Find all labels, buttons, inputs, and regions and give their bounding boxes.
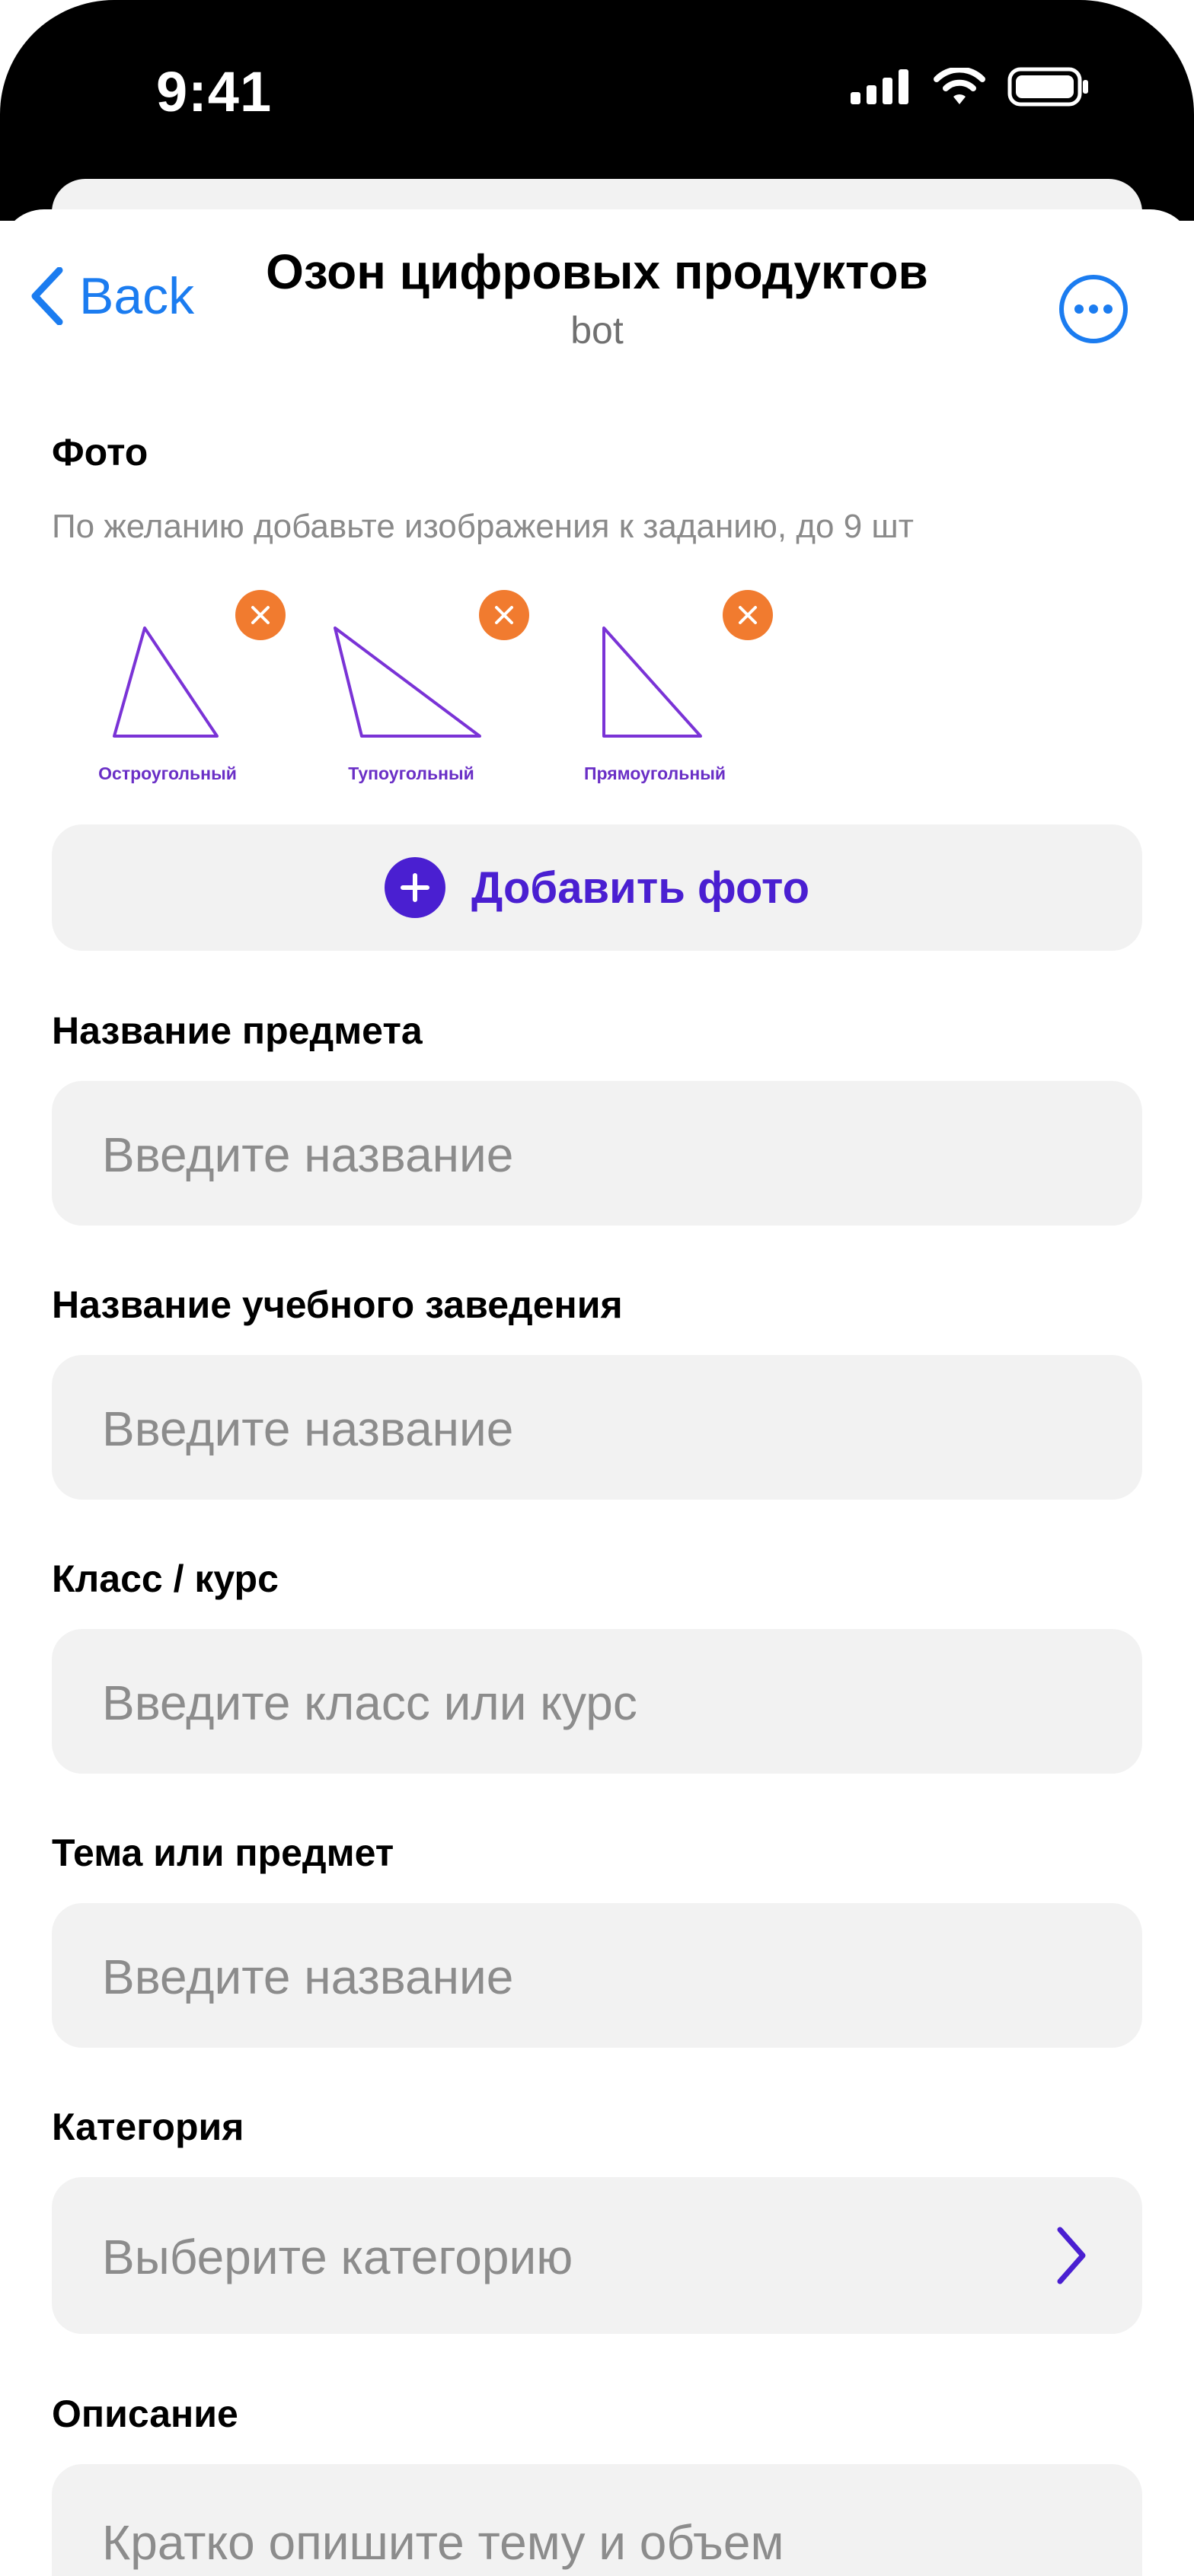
remove-photo-button[interactable]: [479, 590, 529, 640]
page-title: Озон цифровых продуктов: [266, 244, 928, 299]
photo-caption: Остроугольный: [98, 764, 237, 783]
photo-caption: Тупоугольный: [348, 764, 474, 783]
phone-screen: 9:41 Back Озон цифровых продуктов bot Фо…: [0, 0, 1194, 2576]
more-options-icon[interactable]: [1058, 274, 1129, 344]
photo-label: Фото: [52, 431, 148, 473]
institution-name-label: Название учебного заведения: [52, 1283, 623, 1326]
nav-bar: Back Озон цифровых продуктов bot: [0, 209, 1194, 362]
remove-photo-button[interactable]: [235, 590, 286, 640]
chevron-right-icon: [1057, 2227, 1086, 2284]
grade-label: Класс / курс: [52, 1557, 279, 1600]
close-icon: [251, 606, 270, 624]
photo-hint: По желанию добавьте изображения к задани…: [52, 508, 914, 545]
wifi-icon: [934, 68, 985, 104]
battery-icon: [1007, 67, 1088, 107]
grade-input[interactable]: Введите класс или курс: [52, 1629, 1142, 1774]
topic-label: Тема или предмет: [52, 1832, 394, 1874]
remove-photo-button[interactable]: [723, 590, 773, 640]
add-photo-button[interactable]: Добавить фото: [52, 824, 1142, 951]
description-label: Описание: [52, 2393, 238, 2435]
add-photo-label: Добавить фото: [471, 862, 810, 913]
close-icon: [739, 606, 757, 624]
photo-thumbnail[interactable]: Остроугольный: [88, 590, 286, 803]
status-time: 9:41: [156, 60, 273, 123]
institution-name-input[interactable]: Введите название: [52, 1355, 1142, 1500]
bot-form-sheet: Back Озон цифровых продуктов bot Фото По…: [0, 209, 1194, 2576]
plus-icon: [384, 857, 445, 918]
right-triangle-image: [602, 626, 702, 738]
topic-input[interactable]: Введите название: [52, 1903, 1142, 2048]
category-placeholder: Выберите категорию: [102, 2230, 573, 2284]
signal-icon: [851, 69, 908, 104]
obtuse-triangle-image: [334, 626, 481, 738]
photo-caption: Прямоугольный: [583, 764, 726, 783]
subject-name-input[interactable]: Введите название: [52, 1081, 1142, 1226]
category-select[interactable]: Выберите категорию: [52, 2177, 1142, 2334]
category-label: Категория: [52, 2106, 244, 2148]
photo-thumbnail[interactable]: Тупоугольный: [331, 590, 529, 803]
photo-thumbnail[interactable]: Прямоугольный: [575, 590, 773, 803]
subject-name-label: Название предмета: [52, 1009, 423, 1052]
acute-triangle-image: [113, 626, 219, 738]
close-icon: [495, 606, 513, 624]
description-input[interactable]: Кратко опишите тему и объем: [52, 2464, 1142, 2576]
status-icons: [851, 67, 1091, 107]
page-subtitle: bot: [570, 309, 624, 352]
